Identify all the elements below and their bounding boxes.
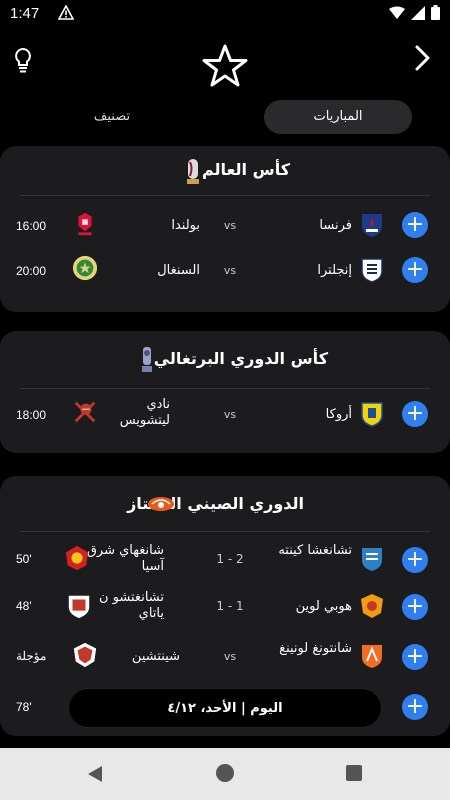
match-center: 1 - 2: [216, 552, 244, 566]
home-team-name: شانتونغ لونينغ: [279, 641, 352, 656]
match-time: 48': [16, 599, 32, 613]
away-team-name: شينتشين: [131, 649, 180, 664]
home-team-name: فرنسا: [319, 218, 352, 233]
lightbulb-icon[interactable]: [12, 46, 34, 74]
top-bar: [0, 28, 450, 96]
shandong-taishan-crest-icon: [362, 645, 382, 668]
system-nav-bar: [0, 748, 450, 800]
away-team-name: شانغهاي شرق آسيا: [86, 543, 164, 574]
match-center: vs: [223, 219, 237, 232]
app-logo-star-icon: [202, 44, 248, 87]
add-match-button[interactable]: +: [402, 401, 428, 427]
match-time: 16:00: [16, 219, 47, 233]
taca-da-liga-trophy-icon: [142, 347, 152, 372]
match-time: 50': [16, 552, 32, 566]
signal-icon: [411, 5, 425, 20]
poland-crest-icon: [78, 212, 92, 236]
match-row[interactable]: + هوبي لوين 1 - 1 تشانغتشو ن ياتاي 48': [0, 582, 450, 628]
notification-icon: [58, 5, 74, 20]
away-team-name: نادي ليتشويس: [119, 397, 170, 428]
home-team-name: هوبي لوين: [295, 599, 352, 614]
senegal-crest-icon: [72, 255, 98, 281]
away-team-name: تشانغتشو ن ياتاي: [99, 590, 164, 621]
match-row[interactable]: + أروكا vs نادي ليتشويس 18:00: [0, 391, 450, 437]
home-team-name: إنجلترا: [317, 263, 352, 278]
status-time: 1:47: [10, 5, 40, 22]
status-icons: [389, 5, 440, 20]
status-bar: 1:47: [0, 0, 450, 28]
league-header[interactable]: الدوري الصيني الممتاز: [20, 476, 430, 532]
nav-home-icon[interactable]: [216, 764, 234, 782]
shanghai-port-crest-icon: [65, 545, 89, 571]
tab-ranking[interactable]: تصنيف: [38, 100, 186, 134]
tab-matches[interactable]: المباريات: [264, 100, 412, 134]
league-card-portuguese-cup: كأس الدوري البرتغالي + أروكا vs نادي ليت…: [0, 331, 450, 453]
home-team-name: تشانغشا كينته: [278, 543, 352, 558]
league-title: كأس العالم: [201, 160, 290, 179]
match-center: vs: [223, 264, 237, 277]
match-center: vs: [223, 408, 237, 421]
changsha-kaixiang-crest-icon: [362, 548, 382, 571]
match-time: 18:00: [16, 408, 47, 422]
france-crest-icon: [362, 214, 382, 237]
match-center: 1 - 1: [216, 599, 244, 613]
nav-recent-apps-icon[interactable]: [346, 765, 362, 781]
england-crest-icon: [361, 258, 383, 283]
home-team-name: أروكا: [325, 407, 352, 422]
cangzhou-crest-icon: [68, 595, 90, 619]
league-card-world-cup: كأس العالم + فرنسا vs بولندا 16:00 + إنج…: [0, 146, 450, 312]
battery-icon: [431, 5, 440, 20]
match-row[interactable]: + إنجلترا vs السنغال 20:00: [0, 247, 450, 293]
away-team-name: بولندا: [171, 218, 200, 233]
shenzhen-crest-icon: [73, 642, 97, 668]
league-header[interactable]: كأس العالم: [20, 146, 430, 196]
away-team-name: السنغال: [157, 263, 200, 278]
league-header[interactable]: كأس الدوري البرتغالي: [20, 331, 430, 389]
match-time: 78': [16, 700, 32, 714]
match-row[interactable]: + شانتونغ لونينغ vs شينتشين مؤجلة: [0, 632, 450, 678]
add-match-button[interactable]: +: [402, 644, 428, 670]
tab-bar: تصنيف المباريات: [38, 100, 412, 134]
match-time: 20:00: [16, 264, 47, 278]
add-match-button[interactable]: +: [402, 694, 428, 720]
world-cup-trophy-icon: [187, 159, 199, 184]
match-row[interactable]: + تشانغشا كينته 1 - 2 شانغهاي شرق آسيا 5…: [0, 536, 450, 582]
leixoes-crest-icon: [74, 401, 96, 423]
add-match-button[interactable]: +: [402, 594, 428, 620]
add-match-button[interactable]: +: [402, 547, 428, 573]
add-match-button[interactable]: +: [402, 212, 428, 238]
match-time: مؤجلة: [16, 649, 47, 663]
arouca-crest-icon: [361, 402, 383, 427]
wifi-icon: [389, 6, 405, 19]
match-center: vs: [223, 650, 237, 663]
wuhan-crest-icon: [361, 594, 383, 618]
forward-chevron-icon[interactable]: [412, 44, 432, 72]
add-match-button[interactable]: +: [402, 257, 428, 283]
nav-back-icon[interactable]: [86, 765, 104, 783]
league-title: كأس الدوري البرتغالي: [153, 349, 328, 368]
csl-logo-icon: [148, 497, 174, 511]
match-row[interactable]: + فرنسا vs بولندا 16:00: [0, 202, 450, 248]
date-selector-pill[interactable]: اليوم | الأحد، ٤/١٢: [68, 688, 382, 728]
